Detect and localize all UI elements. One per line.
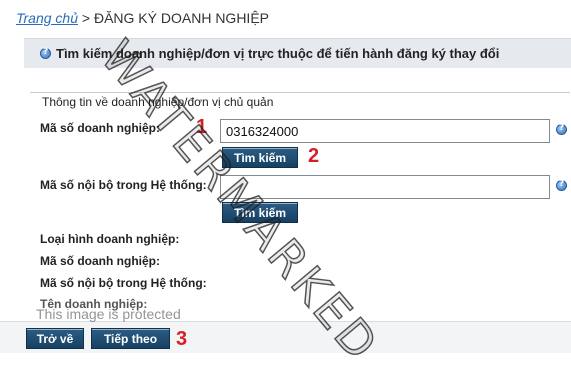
help-icon[interactable]	[556, 123, 567, 135]
enterprise-name-label: Tên doanh nghiệp:	[40, 297, 148, 311]
search-button-internal[interactable]: Tìm kiếm	[222, 202, 298, 223]
breadcrumb-separator: >	[81, 10, 91, 26]
internal-code-input[interactable]	[220, 175, 550, 199]
panel-title: Tìm kiếm doanh nghiệp/đơn vị trực thuộc …	[56, 46, 500, 61]
enterprise-type-label: Loại hình doanh nghiệp:	[40, 232, 180, 246]
step-number-3: 3	[176, 328, 188, 350]
enterprise-code-input[interactable]	[220, 119, 550, 143]
search-button[interactable]: Tìm kiếm	[222, 147, 298, 168]
step-number-1: 1	[196, 116, 208, 138]
internal-code-label: Mã số nội bộ trong Hệ thống:	[40, 178, 207, 192]
result-enterprise-code-label: Mã số doanh nghiệp:	[40, 254, 160, 268]
info-icon	[40, 47, 51, 59]
next-button[interactable]: Tiếp theo	[91, 328, 170, 349]
breadcrumb-home-link[interactable]: Trang chủ	[16, 10, 78, 26]
breadcrumb-current: ĐĂNG KÝ DOANH NGHIỆP	[93, 10, 269, 26]
breadcrumb: Trang chủ > ĐĂNG KÝ DOANH NGHIỆP	[16, 10, 269, 26]
enterprise-code-label: Mã số doanh nghiệp:	[40, 121, 160, 135]
section-divider	[30, 92, 570, 93]
section-label: Thông tin về doanh nghiệp/đơn vị chủ quả…	[42, 95, 274, 109]
back-button[interactable]: Trở về	[26, 328, 84, 349]
action-bar	[0, 321, 571, 353]
help-icon[interactable]	[556, 179, 567, 191]
step-number-2: 2	[308, 145, 320, 167]
panel-header: Tìm kiếm doanh nghiệp/đơn vị trực thuộc …	[24, 38, 571, 68]
result-internal-code-label: Mã số nội bộ trong Hệ thống:	[40, 276, 207, 290]
